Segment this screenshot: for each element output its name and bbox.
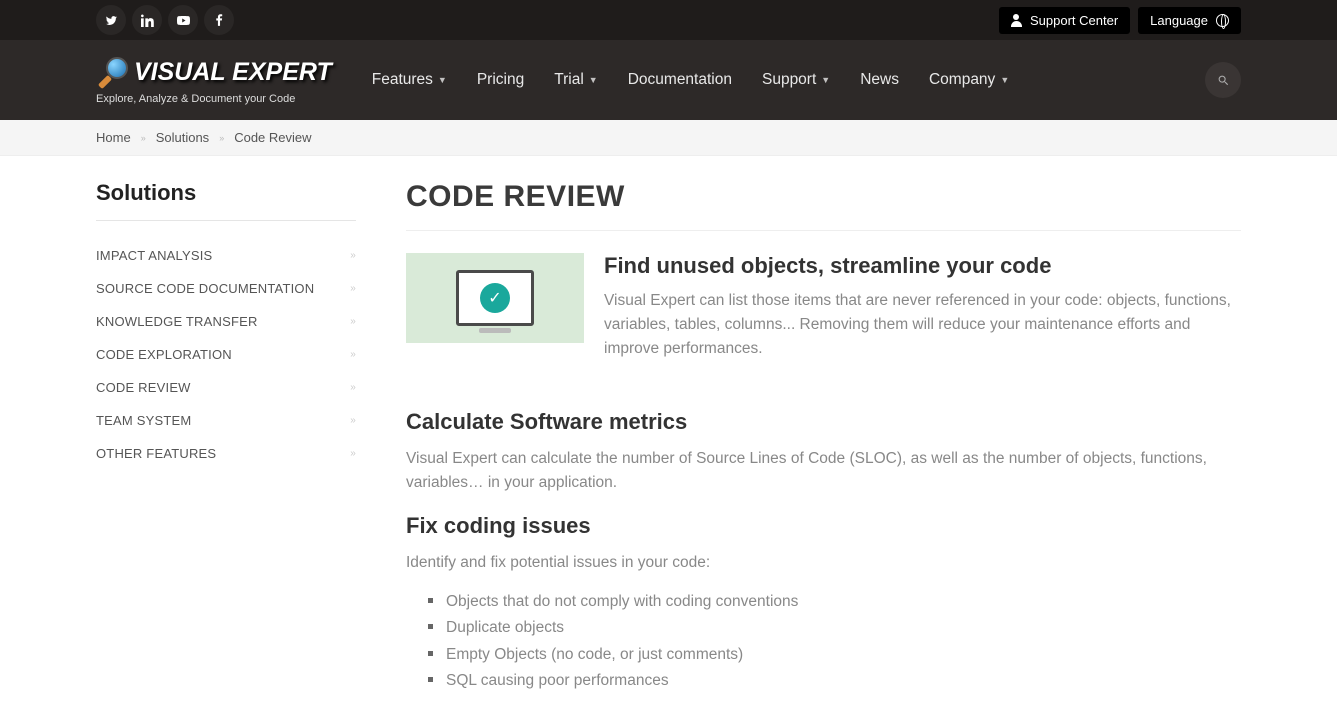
main: CODE REVIEW ✓ Find unused objects, strea…	[406, 180, 1241, 694]
feature-image: ✓	[406, 253, 584, 343]
breadcrumb-solutions[interactable]: Solutions	[156, 130, 209, 145]
tagline: Explore, Analyze & Document your Code	[96, 93, 332, 105]
chevron-down-icon: ▼	[438, 75, 447, 85]
sidebar-item-label: CODE EXPLORATION	[96, 347, 232, 362]
section1-heading: Find unused objects, streamline your cod…	[604, 253, 1241, 279]
chevron-right-icon: »	[350, 415, 356, 426]
section2-heading: Calculate Software metrics	[406, 409, 1241, 435]
checkmark-icon: ✓	[480, 283, 510, 313]
chevron-right-icon: »	[350, 448, 356, 459]
nav-news[interactable]: News	[860, 71, 899, 89]
sidebar-item[interactable]: OTHER FEATURES »	[96, 437, 356, 470]
chevron-down-icon: ▼	[821, 75, 830, 85]
top-bar: Support Center Language	[0, 0, 1337, 40]
sidebar-item[interactable]: CODE EXPLORATION »	[96, 338, 356, 371]
twitter-icon[interactable]	[96, 5, 126, 35]
sidebar-item[interactable]: SOURCE CODE DOCUMENTATION »	[96, 272, 356, 305]
section-unused-objects: ✓ Find unused objects, streamline your c…	[406, 253, 1241, 379]
sidebar-item-label: OTHER FEATURES	[96, 446, 216, 461]
chevron-down-icon: ▼	[1000, 75, 1009, 85]
breadcrumb-home[interactable]: Home	[96, 130, 131, 145]
section3-paragraph: Identify and fix potential issues in you…	[406, 551, 1241, 575]
issues-list: Objects that do not comply with coding c…	[406, 589, 1241, 694]
chevron-down-icon: ▼	[589, 75, 598, 85]
social-links	[96, 5, 234, 35]
nav-links: Features▼ Pricing Trial▼ Documentation S…	[372, 71, 1205, 89]
support-center-label: Support Center	[1030, 13, 1118, 28]
chevron-right-icon: »	[141, 133, 146, 143]
list-item: Duplicate objects	[446, 615, 1241, 641]
sidebar-title: Solutions	[96, 180, 356, 221]
nav-documentation[interactable]: Documentation	[628, 71, 732, 89]
language-button[interactable]: Language	[1138, 7, 1241, 34]
globe-icon	[1216, 14, 1229, 27]
sidebar-item[interactable]: KNOWLEDGE TRANSFER »	[96, 305, 356, 338]
sidebar-item[interactable]: TEAM SYSTEM »	[96, 404, 356, 437]
section2-paragraph: Visual Expert can calculate the number o…	[406, 447, 1241, 495]
chevron-right-icon: »	[350, 283, 356, 294]
sidebar-item-label: IMPACT ANALYSIS	[96, 248, 212, 263]
youtube-icon[interactable]	[168, 5, 198, 35]
linkedin-icon[interactable]	[132, 5, 162, 35]
list-item: SQL causing poor performances	[446, 668, 1241, 694]
main-nav: VISUAL EXPERT Explore, Analyze & Documen…	[0, 40, 1337, 120]
user-icon	[1011, 14, 1022, 27]
chevron-right-icon: »	[350, 382, 356, 393]
breadcrumb-current: Code Review	[234, 130, 311, 145]
magnifier-icon	[96, 55, 130, 89]
section1-paragraph: Visual Expert can list those items that …	[604, 289, 1241, 361]
chevron-right-icon: »	[219, 133, 224, 143]
sidebar: Solutions IMPACT ANALYSIS»SOURCE CODE DO…	[96, 180, 356, 694]
brand-name: VISUAL EXPERT	[134, 58, 332, 87]
sidebar-item[interactable]: IMPACT ANALYSIS »	[96, 239, 356, 272]
nav-trial[interactable]: Trial▼	[554, 71, 597, 89]
chevron-right-icon: »	[350, 316, 356, 327]
sidebar-item-label: CODE REVIEW	[96, 380, 191, 395]
topbar-right: Support Center Language	[999, 7, 1241, 34]
monitor-icon: ✓	[456, 270, 534, 326]
facebook-icon[interactable]	[204, 5, 234, 35]
breadcrumb: Home » Solutions » Code Review	[0, 120, 1337, 156]
section3-heading: Fix coding issues	[406, 513, 1241, 539]
support-center-button[interactable]: Support Center	[999, 7, 1130, 34]
search-icon	[1217, 74, 1230, 87]
chevron-right-icon: »	[350, 250, 356, 261]
list-item: Objects that do not comply with coding c…	[446, 589, 1241, 615]
nav-features[interactable]: Features▼	[372, 71, 447, 89]
nav-pricing[interactable]: Pricing	[477, 71, 524, 89]
nav-support[interactable]: Support▼	[762, 71, 830, 89]
sidebar-item-label: TEAM SYSTEM	[96, 413, 191, 428]
list-item: Empty Objects (no code, or just comments…	[446, 642, 1241, 668]
chevron-right-icon: »	[350, 349, 356, 360]
sidebar-item[interactable]: CODE REVIEW »	[96, 371, 356, 404]
sidebar-item-label: SOURCE CODE DOCUMENTATION	[96, 281, 314, 296]
language-label: Language	[1150, 13, 1208, 28]
logo[interactable]: VISUAL EXPERT Explore, Analyze & Documen…	[96, 55, 332, 105]
sidebar-item-label: KNOWLEDGE TRANSFER	[96, 314, 258, 329]
content: Solutions IMPACT ANALYSIS»SOURCE CODE DO…	[0, 156, 1337, 718]
search-button[interactable]	[1205, 62, 1241, 98]
page-title: CODE REVIEW	[406, 180, 1241, 231]
nav-company[interactable]: Company▼	[929, 71, 1009, 89]
